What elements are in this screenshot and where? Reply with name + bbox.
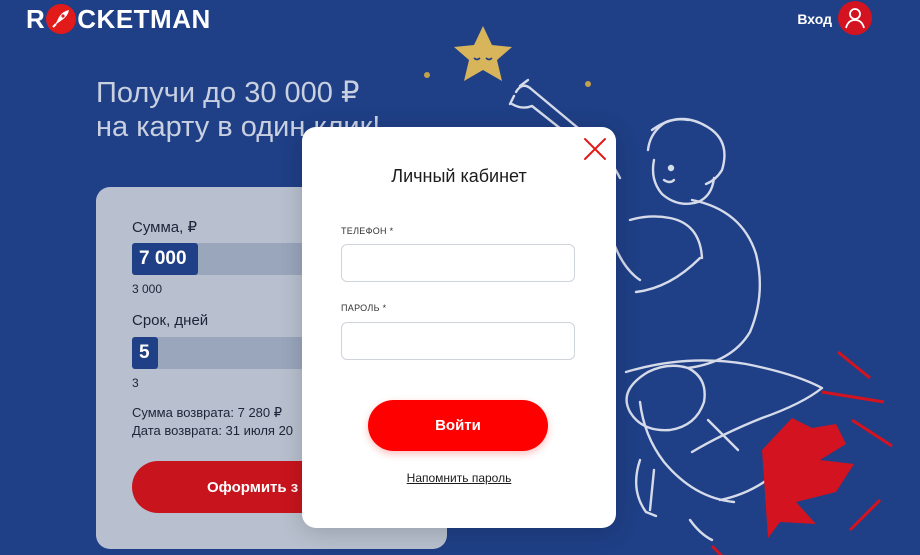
term-min-label: 3 [132,376,139,390]
star-icon [454,26,512,81]
term-label: Срок, дней [132,312,209,329]
modal-title: Личный кабинет [391,166,527,186]
sum-label: Сумма, ₽ [132,219,198,236]
login-modal: Личный кабинет ТЕЛЕФОН * ПАРОЛЬ * Войти … [302,127,616,528]
rocket-icon [46,4,77,34]
close-icon[interactable] [582,136,608,162]
login-submit-button[interactable]: Войти [368,400,548,451]
logo-prefix: R [26,3,46,34]
phone-input[interactable] [341,244,575,282]
sum-slider-value[interactable]: 7 000 [132,243,198,275]
hero-title-line1: Получи до 30 000 ₽ [96,77,360,109]
password-input[interactable] [341,322,575,360]
return-date: Дата возврата: 31 июля 20 [132,423,294,438]
login-link[interactable]: Вход [797,11,832,27]
decor-dot [585,81,591,87]
logo-suffix: CKETMAN [77,3,211,34]
logo[interactable]: R CKETMAN [26,4,211,34]
password-label: ПАРОЛЬ * [341,303,387,313]
phone-label: ТЕЛЕФОН * [341,226,394,236]
remind-password-link[interactable]: Напомнить пароль [302,471,616,485]
return-sum: Сумма возврата: 7 280 ₽ [132,405,283,420]
user-icon[interactable] [838,1,872,35]
sum-min-label: 3 000 [132,282,163,296]
term-slider-value[interactable]: 5 [132,337,158,369]
